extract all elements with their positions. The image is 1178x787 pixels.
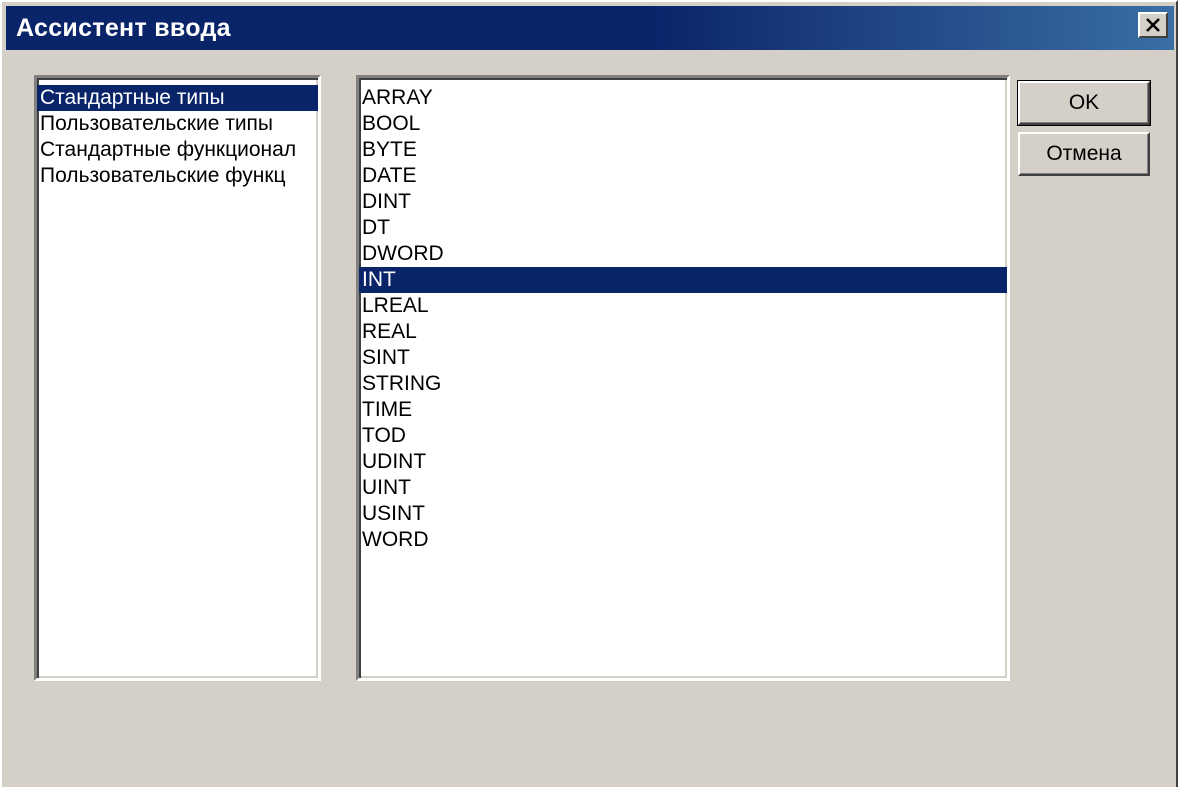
type-list-item[interactable]: TOD xyxy=(359,423,1007,449)
type-list[interactable]: ARRAY BOOL BYTE DATE DINT DT DWORD INT LREAL REAL… xyxy=(356,75,1010,681)
ok-button[interactable]: OK xyxy=(1017,80,1151,126)
type-list-item[interactable]: ARRAY xyxy=(359,85,1007,111)
category-list[interactable]: Стандартные типы Пользовательские типы Ста… xyxy=(34,75,321,681)
category-list-item[interactable]: Пользовательские функц xyxy=(37,163,318,189)
category-list-item[interactable]: Стандартные типы xyxy=(37,85,318,111)
input-assistant-dialog: Ассистент ввода Стандартные типы Пользова… xyxy=(0,0,1178,787)
title-bar: Ассистент ввода xyxy=(6,6,1174,50)
type-list-item[interactable]: DINT xyxy=(359,189,1007,215)
type-list-item[interactable]: BOOL xyxy=(359,111,1007,137)
cancel-button[interactable]: Отмена xyxy=(1018,132,1150,176)
type-list-item[interactable]: DT xyxy=(359,215,1007,241)
close-button[interactable] xyxy=(1138,12,1168,38)
type-list-item[interactable]: SINT xyxy=(359,345,1007,371)
type-list-item[interactable]: TIME xyxy=(359,397,1007,423)
type-list-item[interactable]: INT xyxy=(359,267,1007,293)
type-list-item[interactable]: REAL xyxy=(359,319,1007,345)
window-title: Ассистент ввода xyxy=(16,14,231,42)
type-list-item[interactable]: UDINT xyxy=(359,449,1007,475)
close-icon xyxy=(1146,18,1160,32)
type-list-item[interactable]: DWORD xyxy=(359,241,1007,267)
type-list-item[interactable]: BYTE xyxy=(359,137,1007,163)
category-list-item[interactable]: Пользовательские типы xyxy=(37,111,318,137)
type-list-item[interactable]: UINT xyxy=(359,475,1007,501)
type-list-item[interactable]: USINT xyxy=(359,501,1007,527)
category-list-item[interactable]: Стандартные функционал xyxy=(37,137,318,163)
type-list-item[interactable]: LREAL xyxy=(359,293,1007,319)
type-list-item[interactable]: DATE xyxy=(359,163,1007,189)
type-list-item[interactable]: WORD xyxy=(359,527,1007,553)
type-list-item[interactable]: STRING xyxy=(359,371,1007,397)
